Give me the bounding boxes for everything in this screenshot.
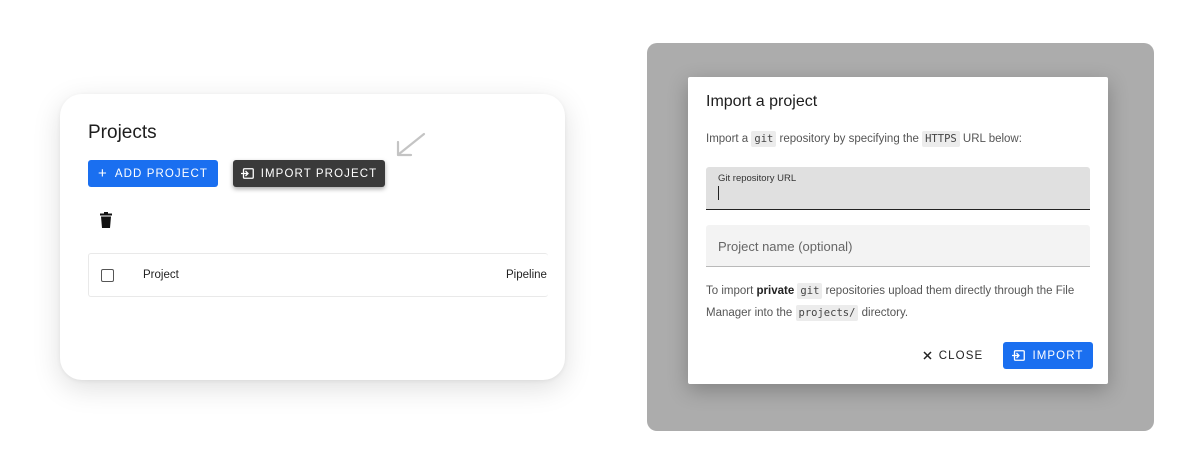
import-icon xyxy=(1012,350,1026,361)
code-git: git xyxy=(751,131,777,147)
select-all-checkbox[interactable] xyxy=(101,269,114,282)
arrow-icon xyxy=(396,132,426,157)
page-title: Projects xyxy=(88,122,157,143)
projects-card: Projects + ADD PROJECT IMPORT PROJECT Pr… xyxy=(60,94,565,380)
import-label: IMPORT xyxy=(1032,349,1084,362)
plus-icon: + xyxy=(97,165,108,182)
add-project-label: ADD PROJECT xyxy=(114,167,209,180)
project-name-field[interactable] xyxy=(706,225,1090,267)
project-name-input[interactable] xyxy=(718,237,1078,255)
code-projects-dir: projects/ xyxy=(795,305,859,321)
dialog-note: To import private git repositories uploa… xyxy=(706,283,1075,321)
import-project-button[interactable]: IMPORT PROJECT xyxy=(233,160,385,187)
dialog-title: Import a project xyxy=(706,93,818,110)
close-button[interactable]: CLOSE xyxy=(917,342,989,369)
import-button[interactable]: IMPORT xyxy=(1003,342,1093,369)
close-label: CLOSE xyxy=(938,349,984,362)
git-url-label: Git repository URL xyxy=(718,173,797,184)
trash-icon[interactable] xyxy=(100,212,112,228)
projects-table-header: Project Pipeline xyxy=(88,253,548,297)
column-header-project[interactable]: Project xyxy=(143,269,179,281)
text-cursor xyxy=(718,186,719,200)
close-icon xyxy=(923,351,932,360)
column-header-pipeline[interactable]: Pipeline xyxy=(506,269,547,281)
git-url-field[interactable]: Git repository URL xyxy=(706,167,1090,210)
code-git-note: git xyxy=(797,283,823,299)
import-dialog: Import a project Import a git repository… xyxy=(688,77,1108,384)
import-icon xyxy=(240,168,254,179)
dialog-intro: Import a git repository by specifying th… xyxy=(706,131,1022,147)
git-url-input[interactable] xyxy=(720,185,1080,203)
add-project-button[interactable]: + ADD PROJECT xyxy=(88,160,218,187)
code-https: HTTPS xyxy=(922,131,960,147)
import-project-label: IMPORT PROJECT xyxy=(260,167,378,180)
